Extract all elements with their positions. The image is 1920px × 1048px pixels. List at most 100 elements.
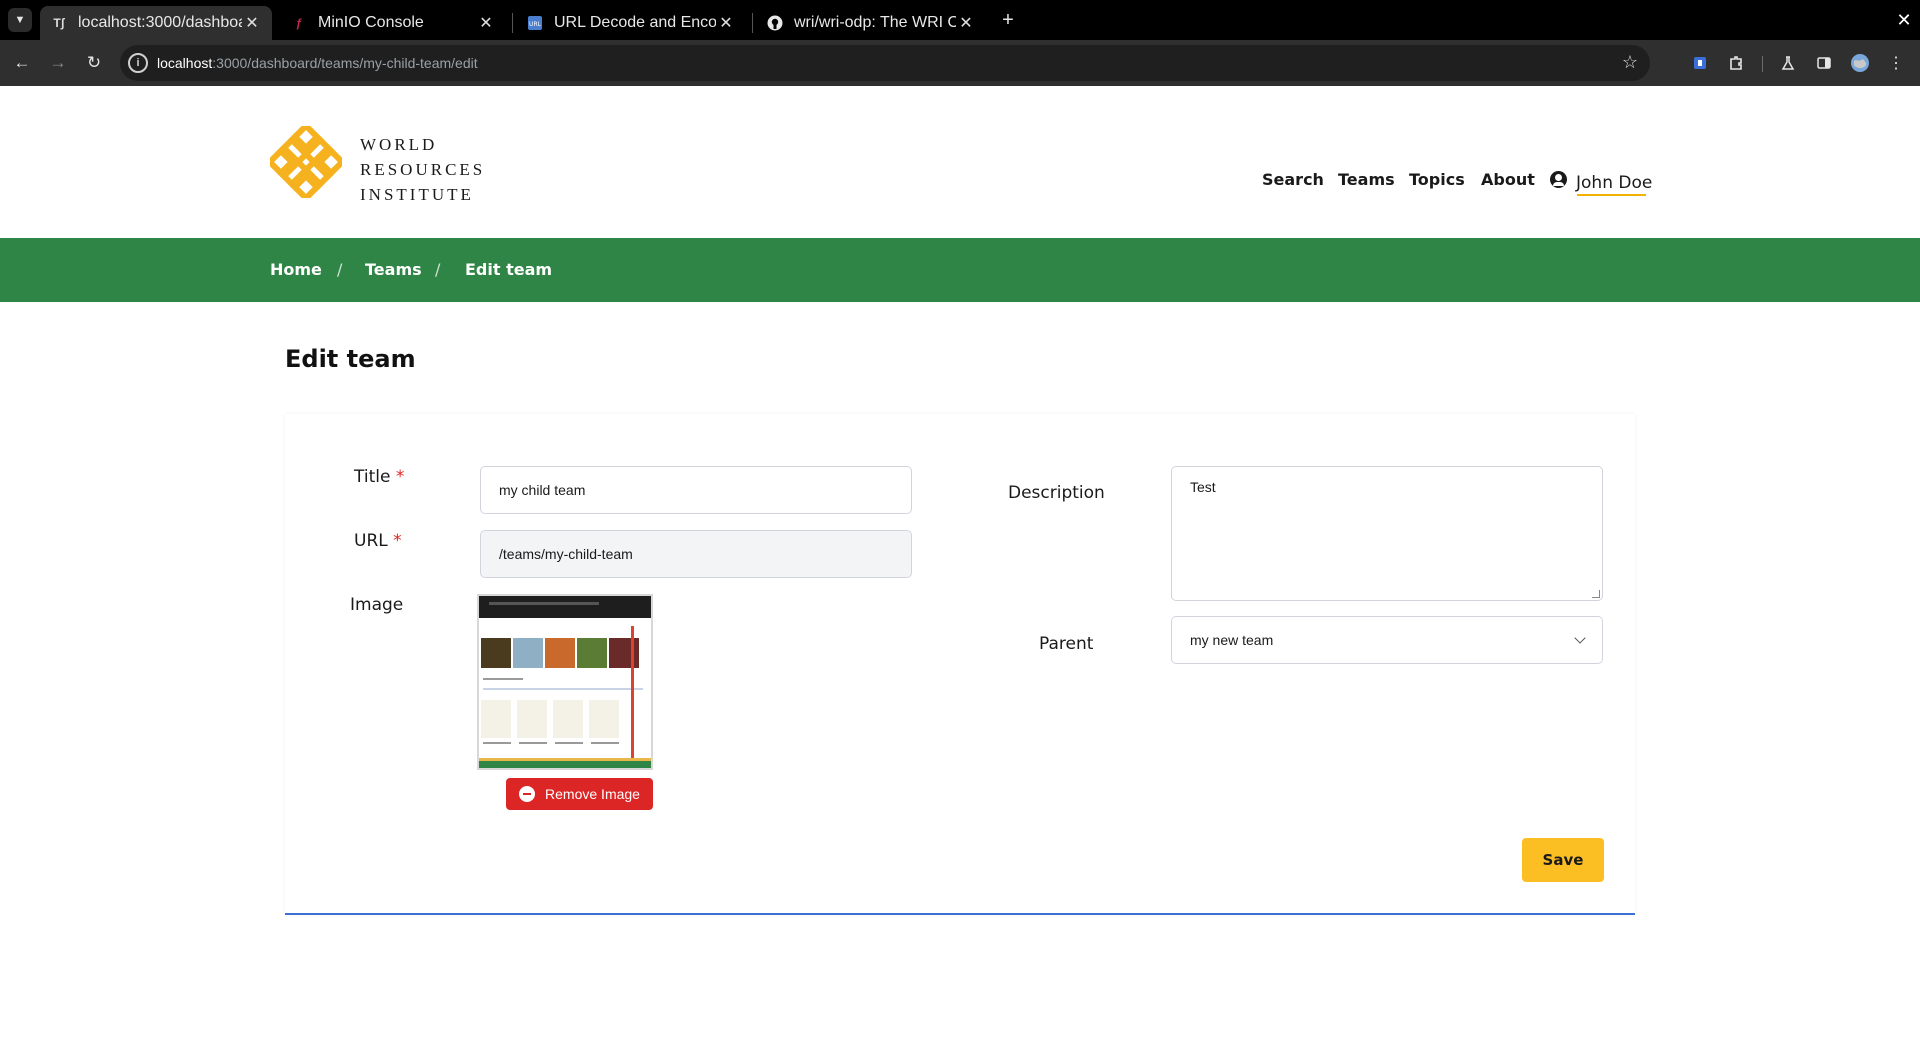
title-input[interactable]: my child team xyxy=(480,466,912,514)
logo-line-institute: INSTITUTE xyxy=(360,185,474,204)
tab-close-icon[interactable]: ✕ xyxy=(716,13,736,33)
thumb-text-line xyxy=(483,742,511,744)
page-title: Edit team xyxy=(285,345,416,373)
breadcrumb-separator: / xyxy=(337,260,343,279)
window-close-icon[interactable]: ✕ xyxy=(1892,8,1916,32)
nav-teams[interactable]: Teams xyxy=(1338,170,1395,189)
remove-image-button[interactable]: Remove Image xyxy=(506,778,653,810)
description-textarea[interactable]: Test xyxy=(1171,466,1603,601)
back-arrow-icon[interactable]: ← xyxy=(10,51,34,75)
user-name: John Doe xyxy=(1576,173,1653,193)
tab-divider xyxy=(752,13,753,33)
nav-about[interactable]: About xyxy=(1481,170,1535,189)
logo-wordmark: WORLD RESOURCES INSTITUTE xyxy=(360,132,485,207)
browser-tab-active[interactable]: Tʃ localhost:3000/dashboard/teams/my-chi… xyxy=(40,6,272,40)
tab-search-chevron-icon[interactable]: ▼ xyxy=(8,8,32,32)
thumb-text-line xyxy=(555,742,583,744)
svg-text:URL: URL xyxy=(529,21,542,28)
thumb-tile xyxy=(545,638,575,668)
toolbar-divider xyxy=(1762,56,1763,72)
breadcrumb: Home / Teams / Edit team xyxy=(0,238,1920,302)
tab-close-icon[interactable]: ✕ xyxy=(956,13,976,33)
extension-shield-icon[interactable] xyxy=(1688,51,1712,75)
thumb-tile xyxy=(513,638,543,668)
title-label: Title * xyxy=(354,467,404,487)
url-icon: URL xyxy=(526,14,544,32)
url-label-text: URL xyxy=(354,531,388,551)
minus-circle-icon xyxy=(519,786,536,802)
image-label: Image xyxy=(350,595,404,615)
team-image-thumbnail xyxy=(477,594,653,770)
github-icon xyxy=(766,14,784,32)
user-circle-icon xyxy=(1550,170,1567,188)
breadcrumb-separator: / xyxy=(435,260,441,279)
tab-close-icon[interactable]: ✕ xyxy=(242,13,262,33)
thumb-tile xyxy=(481,638,511,668)
url-input[interactable]: /teams/my-child-team xyxy=(480,530,912,578)
thumb-red-marker xyxy=(631,626,634,766)
url-label: URL * xyxy=(354,531,402,551)
thumb-footer xyxy=(479,758,651,768)
browser-tab-github[interactable]: wri/wri-odp: The WRI Open Data Portal ✕ xyxy=(756,6,986,40)
breadcrumb-teams[interactable]: Teams xyxy=(365,260,422,279)
ts-icon: Tʃ xyxy=(53,16,65,30)
parent-label: Parent xyxy=(1039,634,1094,654)
title-input-value: my child team xyxy=(499,482,586,498)
thumb-card xyxy=(553,700,583,738)
tab-close-icon[interactable]: ✕ xyxy=(476,13,496,33)
browser-tab-minio[interactable]: ƒ MinIO Console ✕ xyxy=(280,6,506,40)
logo-line-resources: RESOURCES xyxy=(360,160,486,179)
description-label: Description xyxy=(1008,483,1105,503)
parent-select[interactable]: my new team xyxy=(1171,616,1603,664)
nav-search[interactable]: Search xyxy=(1262,170,1324,189)
reload-icon[interactable]: ↻ xyxy=(82,51,106,75)
tab-title: MinIO Console xyxy=(318,14,424,31)
tab-title: wri/wri-odp: The WRI Open Data Portal xyxy=(794,14,956,31)
labs-flask-icon[interactable] xyxy=(1776,51,1800,75)
chevron-down-icon xyxy=(1574,632,1586,644)
site-info-icon[interactable]: i xyxy=(128,53,148,73)
url-path: :3000/dashboard/teams/my-child-team/edit xyxy=(212,55,478,71)
resize-grip-icon[interactable] xyxy=(1592,590,1600,598)
thumb-text-line xyxy=(483,688,643,690)
side-panel-icon[interactable] xyxy=(1812,51,1836,75)
address-bar[interactable]: i localhost:3000/dashboard/teams/my-chil… xyxy=(120,45,1650,81)
url-host: localhost xyxy=(157,55,213,71)
bookmark-star-icon[interactable]: ☆ xyxy=(1622,52,1638,73)
wri-logo[interactable]: WORLD RESOURCES INSTITUTE xyxy=(270,126,490,204)
thumb-text-line xyxy=(519,742,547,744)
browser-tab-url-decode[interactable]: URL URL Decode and Encode ✕ xyxy=(516,6,746,40)
profile-avatar-icon[interactable] xyxy=(1848,51,1872,75)
remove-image-label: Remove Image xyxy=(545,786,640,802)
thumb-text-line xyxy=(483,678,523,680)
tab-divider xyxy=(512,13,513,33)
address-bar-url[interactable]: localhost:3000/dashboard/teams/my-child-… xyxy=(157,55,478,71)
url-input-value: /teams/my-child-team xyxy=(499,546,633,562)
thumb-tile xyxy=(577,638,607,668)
user-menu-underline xyxy=(1577,194,1646,196)
tab-title: localhost:3000/dashboard/teams/my-child-… xyxy=(78,14,242,31)
save-button[interactable]: Save xyxy=(1522,838,1604,882)
forward-arrow-icon[interactable]: → xyxy=(46,51,70,75)
extensions-puzzle-icon[interactable] xyxy=(1724,51,1748,75)
browser-menu-icon[interactable]: ⋮ xyxy=(1884,51,1908,75)
thumb-topbar xyxy=(479,596,651,618)
thumb-card xyxy=(481,700,511,738)
thumb-card xyxy=(589,700,619,738)
parent-selected-value: my new team xyxy=(1190,632,1274,648)
required-asterisk: * xyxy=(393,531,402,551)
thumb-card xyxy=(517,700,547,738)
thumb-text-line xyxy=(591,742,619,744)
thumb-tile xyxy=(609,638,639,668)
description-value: Test xyxy=(1190,479,1216,495)
nav-topics[interactable]: Topics xyxy=(1409,170,1465,189)
minio-icon: ƒ xyxy=(295,16,303,30)
wri-knot-icon xyxy=(270,126,342,198)
browser-tab-strip: ▼ Tʃ localhost:3000/dashboard/teams/my-c… xyxy=(0,0,1920,40)
breadcrumb-current[interactable]: Edit team xyxy=(465,260,552,279)
title-label-text: Title xyxy=(354,467,391,487)
required-asterisk: * xyxy=(395,467,405,487)
new-tab-plus-icon[interactable]: + xyxy=(996,8,1020,32)
site-header: WORLD RESOURCES INSTITUTE Search Teams T… xyxy=(0,86,1920,238)
breadcrumb-home[interactable]: Home xyxy=(270,260,322,279)
